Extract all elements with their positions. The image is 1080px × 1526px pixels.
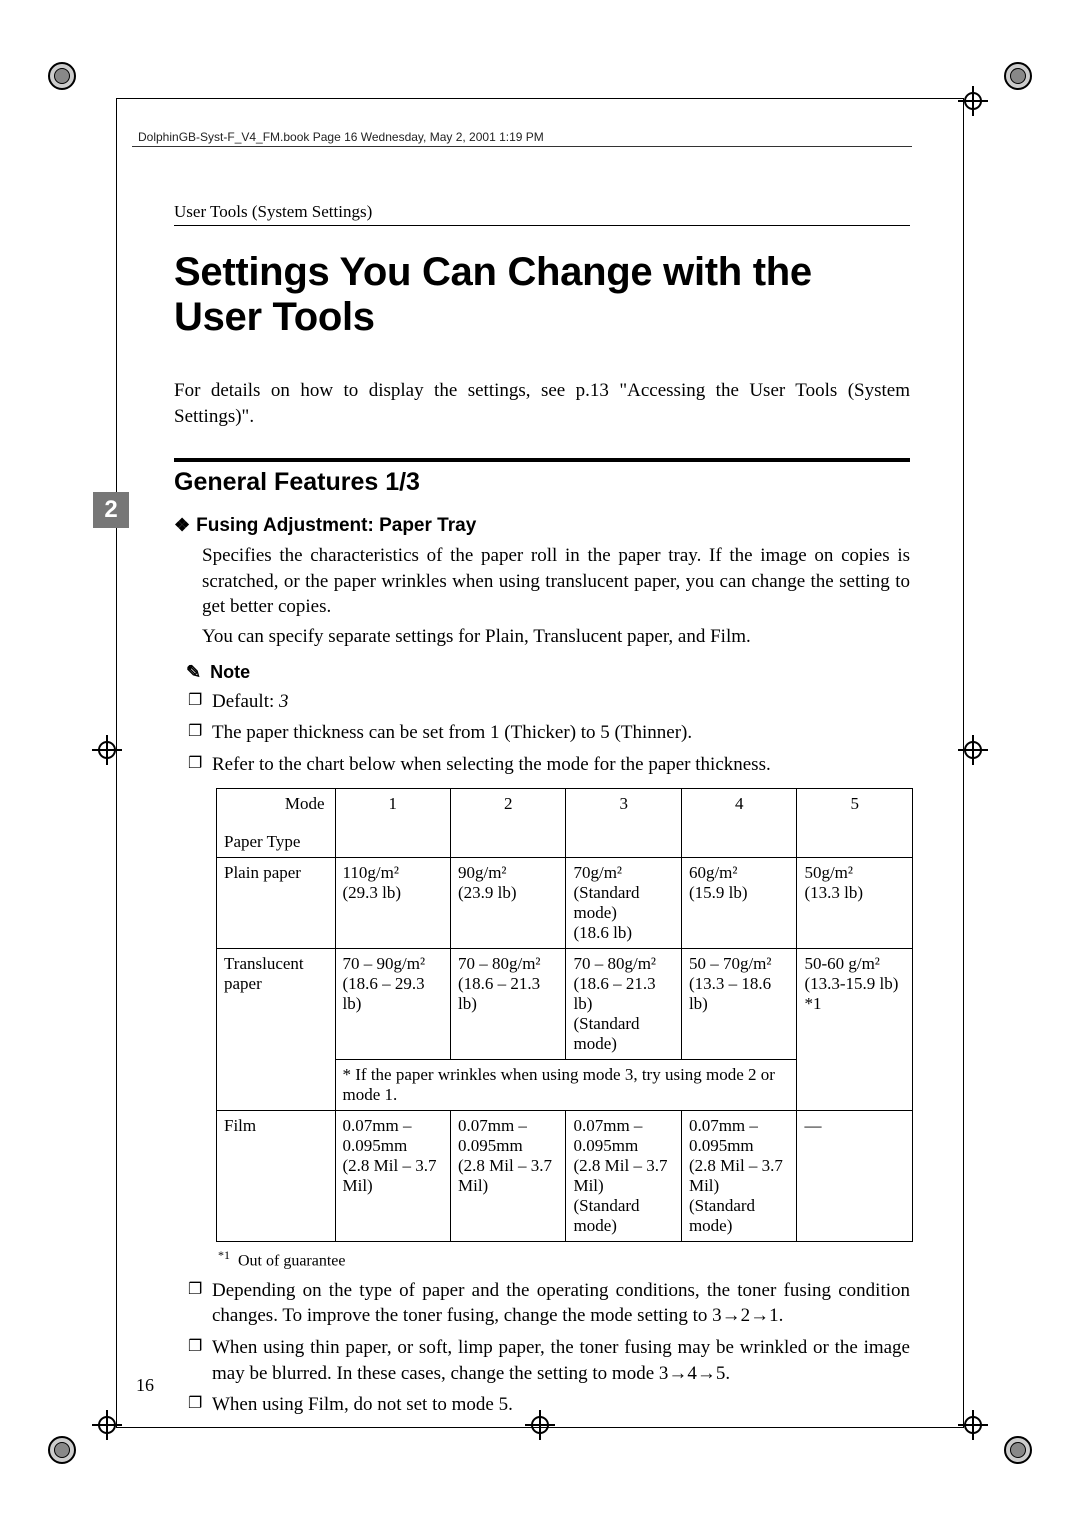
table-header-col: 1	[335, 788, 450, 857]
table-header-col: 3	[566, 788, 681, 857]
feature-paragraph: You can specify separate settings for Pl…	[202, 624, 910, 650]
table-cell: 90g/m² (23.9 lb)	[450, 857, 565, 948]
feature-heading-text: Fusing Adjustment: Paper Tray	[196, 515, 476, 536]
footnote-text: Out of guarantee	[238, 1252, 346, 1269]
table-cell: 0.07mm – 0.095mm (2.8 Mil – 3.7 Mil)	[335, 1110, 450, 1241]
table-header-col: 4	[681, 788, 796, 857]
table-cell: 50g/m² (13.3 lb)	[797, 857, 913, 948]
book-header: DolphinGB-Syst-F_V4_FM.book Page 16 Wedn…	[132, 130, 912, 147]
table-row: Translucent paper 70 – 90g/m² (18.6 – 29…	[217, 948, 913, 1059]
note-item: When using thin paper, or soft, limp pap…	[188, 1335, 910, 1386]
table-header: Mode Paper Type	[217, 788, 336, 857]
intro-paragraph: For details on how to display the settin…	[174, 378, 910, 430]
table-row: Film 0.07mm – 0.095mm (2.8 Mil – 3.7 Mil…	[217, 1110, 913, 1241]
feature-heading: ❖ Fusing Adjustment: Paper Tray	[174, 515, 910, 537]
table-cell: 50-60 g/m² (13.3-15.9 lb) *1	[797, 948, 913, 1110]
footnote: *1 Out of guarantee	[218, 1248, 910, 1270]
table-cell: —	[797, 1110, 913, 1241]
note-item: When using Film, do not set to mode 5.	[188, 1392, 910, 1418]
note-item: The paper thickness can be set from 1 (T…	[188, 720, 910, 746]
table-cell: 70 – 80g/m² (18.6 – 21.3 lb) (Standard m…	[566, 948, 681, 1059]
table-row: Plain paper 110g/m² (29.3 lb) 90g/m² (23…	[217, 857, 913, 948]
note-value: 3	[279, 691, 289, 712]
note-item: Depending on the type of paper and the o…	[188, 1278, 910, 1329]
footnote-marker: *1	[218, 1248, 230, 1262]
table-cell: 70 – 90g/m² (18.6 – 29.3 lb)	[335, 948, 450, 1059]
table-row-label: Plain paper	[217, 857, 336, 948]
mode-table: Mode Paper Type 1 2 3 4 5 Plain paper 11…	[216, 788, 913, 1242]
page-title: Settings You Can Change with the User To…	[174, 250, 910, 340]
registration-mark-icon	[1004, 62, 1032, 90]
note-item: Default: 3	[188, 689, 910, 715]
page-number: 16	[136, 1375, 154, 1396]
table-row-label: Translucent paper	[217, 948, 336, 1110]
feature-paragraph: Specifies the characteristics of the pap…	[202, 543, 910, 620]
registration-mark-icon	[48, 1436, 76, 1464]
table-merged-note: * If the paper wrinkles when using mode …	[335, 1059, 797, 1110]
table-cell: 60g/m² (15.9 lb)	[681, 857, 796, 948]
table-row-label: Film	[217, 1110, 336, 1241]
table-cell: 0.07mm – 0.095mm (2.8 Mil – 3.7 Mil) (St…	[681, 1110, 796, 1241]
table-header-col: 2	[450, 788, 565, 857]
note-label: Note	[210, 662, 250, 682]
running-header: User Tools (System Settings)	[174, 202, 910, 226]
chapter-tab: 2	[93, 492, 129, 528]
page-content: DolphinGB-Syst-F_V4_FM.book Page 16 Wedn…	[174, 130, 910, 1424]
table-cell: 0.07mm – 0.095mm (2.8 Mil – 3.7 Mil)	[450, 1110, 565, 1241]
table-cell: 70g/m² (Standard mode) (18.6 lb)	[566, 857, 681, 948]
table-cell: 110g/m² (29.3 lb)	[335, 857, 450, 948]
registration-mark-icon	[1004, 1436, 1032, 1464]
note-text: Default:	[212, 691, 279, 712]
section-heading: General Features 1/3	[174, 458, 910, 497]
table-cell: 0.07mm – 0.095mm (2.8 Mil – 3.7 Mil) (St…	[566, 1110, 681, 1241]
section-title: General Features 1/3	[174, 468, 910, 497]
note-heading: ✎ Note	[186, 662, 910, 683]
table-header-col: 5	[797, 788, 913, 857]
table-cell: 50 – 70g/m² (13.3 – 18.6 lb)	[681, 948, 796, 1059]
diamond-icon: ❖	[174, 515, 190, 536]
table-cell: 70 – 80g/m² (18.6 – 21.3 lb)	[450, 948, 565, 1059]
pencil-icon: ✎	[186, 662, 201, 683]
note-item: Refer to the chart below when selecting …	[188, 752, 910, 778]
registration-mark-icon	[48, 62, 76, 90]
